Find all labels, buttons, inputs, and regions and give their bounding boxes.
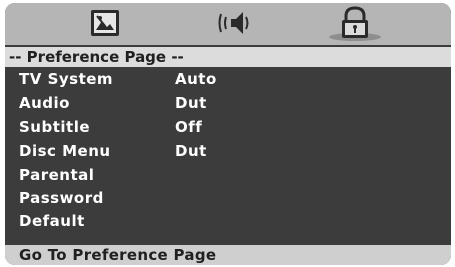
menu-item-label: TV System [19, 70, 114, 88]
menu-item-label: Disc Menu [19, 142, 111, 160]
status-bar: Go To Preference Page [5, 245, 451, 265]
osd-setup-window: -- Preference Page -- TV System Auto Aud… [5, 3, 451, 265]
menu-item-subtitle[interactable]: Subtitle Off [5, 115, 451, 139]
menu-item-value: Dut [175, 94, 207, 112]
menu-item-label: Password [19, 189, 104, 207]
page-title: -- Preference Page -- [9, 48, 184, 66]
menu-item-label: Default [19, 212, 85, 230]
menu-item-label: Audio [19, 94, 70, 112]
menu-item-value: Off [175, 118, 203, 136]
page-title-bar: -- Preference Page -- [5, 47, 451, 67]
settings-tab-bar [5, 3, 451, 45]
menu-item-value: Auto [175, 70, 217, 88]
menu-item-audio[interactable]: Audio Dut [5, 91, 451, 115]
lock-icon[interactable] [325, 6, 385, 41]
menu-item-disc-menu[interactable]: Disc Menu Dut [5, 139, 451, 163]
menu-item-value: Dut [175, 142, 207, 160]
preference-menu: TV System Auto Audio Dut Subtitle Off Di… [5, 67, 451, 245]
menu-item-password[interactable]: Password [5, 186, 451, 210]
picture-settings-icon[interactable] [85, 6, 125, 40]
audio-speaker-icon[interactable] [217, 6, 257, 40]
menu-item-default[interactable]: Default [5, 209, 451, 233]
status-text: Go To Preference Page [19, 246, 217, 264]
menu-item-tv-system[interactable]: TV System Auto [5, 67, 451, 91]
menu-item-label: Subtitle [19, 118, 91, 136]
menu-item-parental[interactable]: Parental [5, 163, 451, 187]
menu-item-label: Parental [19, 166, 95, 184]
